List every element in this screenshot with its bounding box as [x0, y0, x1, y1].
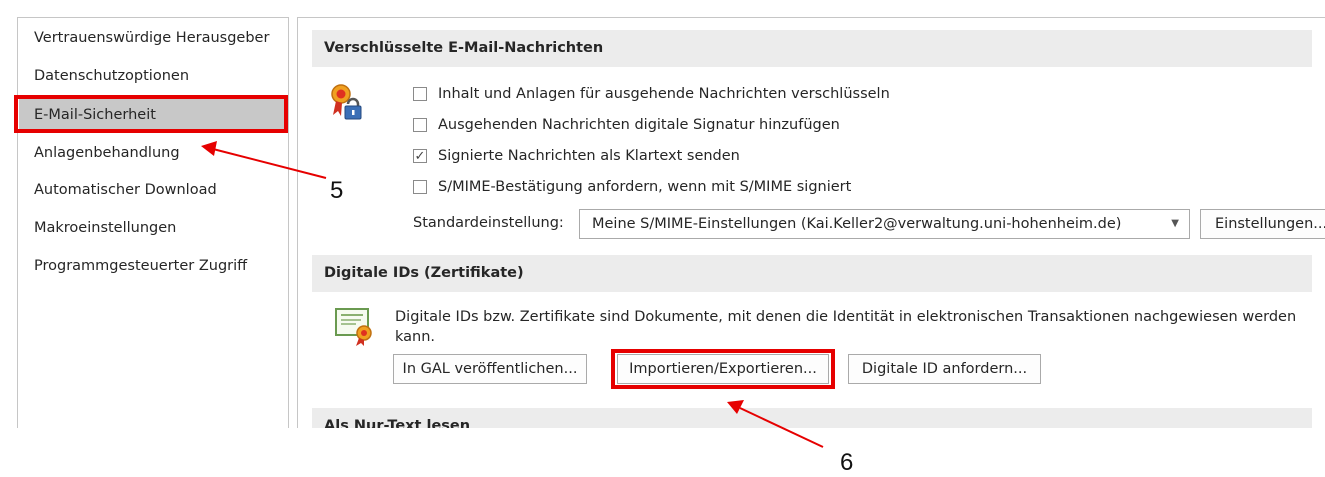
- annotation-arrows: [201, 141, 824, 448]
- arrow-head-6: [727, 400, 744, 414]
- arrow-head-5: [201, 141, 217, 156]
- arrow-line-6: [739, 407, 824, 448]
- annotation-step-5: 5: [330, 177, 344, 204]
- annotation-step-6: 6: [840, 449, 854, 476]
- arrow-line-5: [212, 148, 327, 179]
